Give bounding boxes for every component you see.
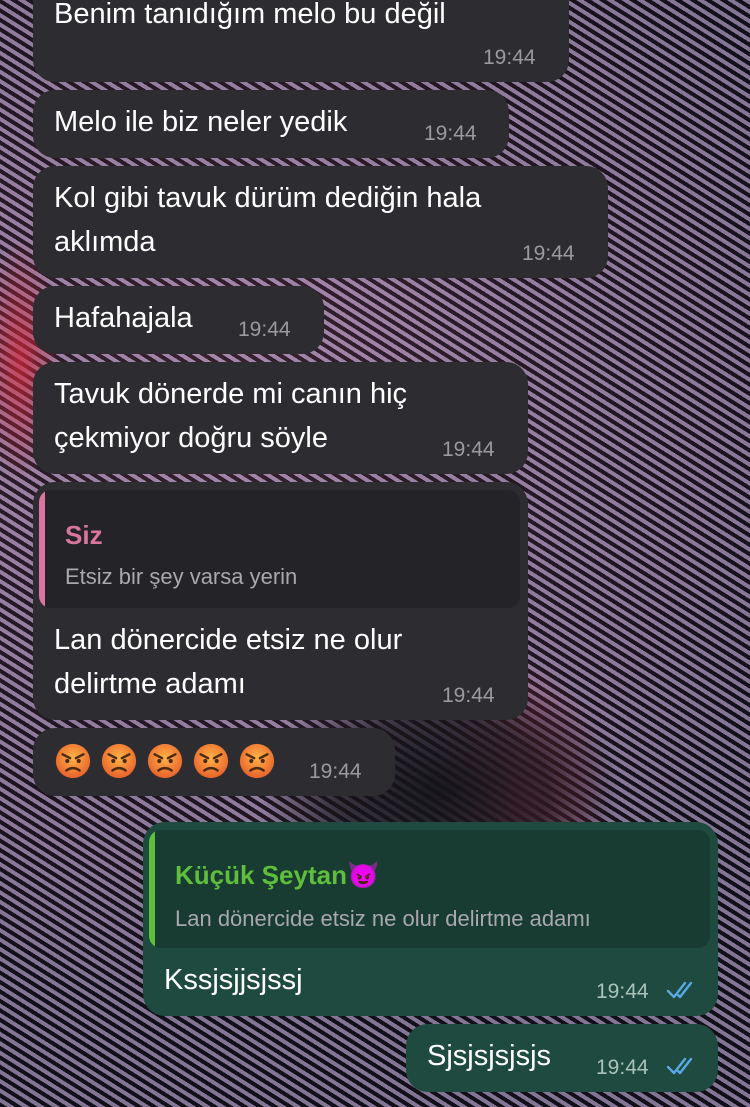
incoming-message[interactable]: Kol gibi tavuk dürüm dediğin hala aklımd… [33,166,608,278]
message-text: Tavuk dönerde mi canın hiç çekmiyor doğr… [54,378,408,454]
read-double-check-icon [666,981,693,999]
message-time: 19:44 [483,46,536,69]
message-time: 19:44 [442,684,495,707]
message-text: Sjsjsjsjsjs [427,1040,552,1072]
incoming-message[interactable]: Hafahajala 19:44 [33,286,324,354]
incoming-message[interactable]: Tavuk dönerde mi canın hiç çekmiyor doğr… [33,362,528,474]
message-text: Benim tanıdığım melo bu değil [54,0,446,30]
message-time: 19:44 [442,438,495,461]
reply-accent-bar [39,490,45,608]
angry-face-icon [239,743,275,779]
message-text: Melo ile biz neler yedik [54,106,348,138]
reply-author: Siz [65,520,103,550]
read-double-check-icon [666,1057,693,1075]
incoming-message[interactable]: Melo ile biz neler yedik 19:44 [33,90,509,158]
message-time: 19:44 [596,980,649,1003]
message-time: 19:44 [424,122,477,145]
message-time: 19:44 [309,760,362,783]
reply-quote[interactable]: Küçük Şeytan😈 Lan dönercide etsiz ne olu… [149,830,710,948]
reply-accent-bar [149,830,155,948]
outgoing-message[interactable]: Sjsjsjsjsjs 19:44 [406,1024,718,1092]
angry-face-icon [101,743,137,779]
angry-face-icon [193,743,229,779]
message-time: 19:44 [522,242,575,265]
reply-text: Lan dönercide etsiz ne olur delirtme ada… [175,906,591,931]
message-time: 19:44 [596,1056,649,1079]
angry-face-icon [147,743,183,779]
message-text: Lan dönercide etsiz ne olur delirtme ada… [54,624,403,700]
message-time: 19:44 [238,318,291,341]
incoming-message[interactable]: Benim tanıdığım melo bu değil 19:44 [33,0,569,82]
reply-quote[interactable]: Siz Etsiz bir şey varsa yerin [39,490,520,608]
angry-face-icon [55,743,91,779]
message-text: Hafahajala [54,302,193,334]
reply-text: Etsiz bir şey varsa yerin [65,564,298,589]
incoming-message[interactable]: Siz Etsiz bir şey varsa yerin Lan dönerc… [33,482,528,720]
message-text: Kol gibi tavuk dürüm dediğin hala aklımd… [54,182,482,258]
reply-author: Küçük Şeytan😈 [175,860,380,890]
message-text: Kssjsjjsjssj [164,964,303,996]
incoming-emoji-message[interactable]: 19:44 [33,728,395,796]
outgoing-message[interactable]: Küçük Şeytan😈 Lan dönercide etsiz ne olu… [143,822,718,1016]
